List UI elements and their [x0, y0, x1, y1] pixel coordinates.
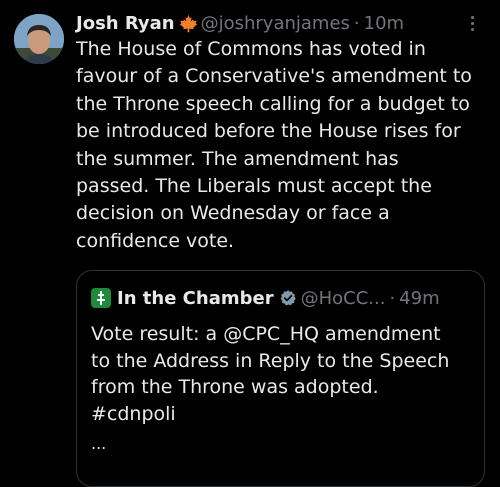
tweet-text-line: the summer. The amendment has: [76, 147, 399, 170]
tweet-text: The House of Commons has voted in favour…: [76, 36, 496, 255]
quoted-author-handle: @HoCC...: [300, 287, 386, 309]
tweet[interactable]: Josh Ryan @joshryanjames · 10m The House…: [0, 0, 500, 487]
more-options-icon[interactable]: [462, 12, 482, 34]
quoted-text-line: to the Address in Reply to the Speech: [91, 349, 450, 372]
tweet-text-line: confidence vote.: [76, 229, 235, 252]
quoted-text-line: #cdnpoli: [91, 403, 176, 426]
separator-dot: ·: [353, 12, 360, 34]
author-avatar[interactable]: [14, 14, 64, 64]
maple-leaf-icon: [179, 14, 198, 33]
quoted-text-line: from the Throne was adopted.: [91, 376, 379, 399]
quoted-tweet-header: In the Chamber @HoCC... · 49m: [91, 285, 481, 311]
quoted-separator-dot: ·: [389, 287, 396, 309]
tweet-text-line: the Throne speech calling for a budget t…: [76, 92, 470, 115]
quoted-text-line: Vote result: a @CPC_HQ amendment: [91, 323, 441, 345]
quoted-author-avatar: [91, 288, 111, 308]
quoted-timestamp: 49m: [399, 287, 440, 309]
tweet-text-line: favour of a Conservative's amendment to: [76, 65, 472, 88]
tweet-header: Josh Ryan @joshryanjames · 10m: [76, 10, 476, 36]
verified-badge-icon: [279, 289, 297, 307]
tweet-text-line: The House of Commons has voted in: [76, 38, 426, 60]
quoted-tweet-text: Vote result: a @CPC_HQ amendment to the …: [91, 321, 471, 428]
quoted-tweet-card[interactable]: In the Chamber @HoCC... · 49m Vote resul…: [76, 270, 485, 487]
author-name[interactable]: Josh Ryan: [76, 13, 175, 34]
quoted-author-name: In the Chamber: [117, 287, 274, 309]
tweet-text-line: passed. The Liberals must accept the: [76, 175, 432, 198]
author-handle[interactable]: @joshryanjames: [201, 13, 350, 34]
tweet-text-line: decision on Wednesday or face a: [76, 202, 390, 225]
quoted-tweet-truncation: ...: [91, 434, 107, 453]
timestamp[interactable]: 10m: [364, 13, 404, 34]
tweet-text-line: be introduced before the House rises for: [76, 120, 461, 143]
